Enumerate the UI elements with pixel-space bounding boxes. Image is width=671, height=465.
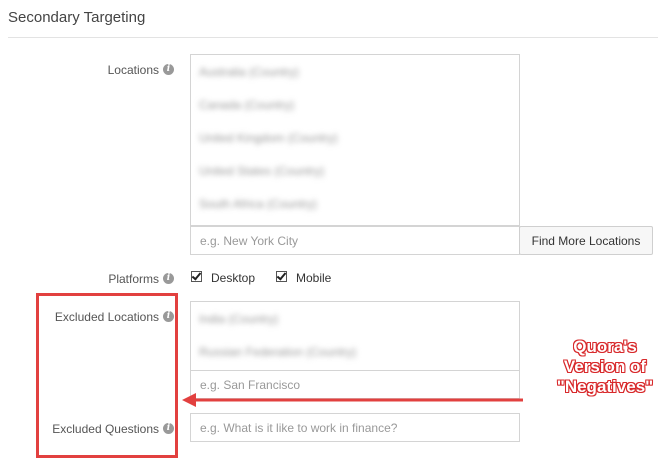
desktop-checkbox-label[interactable]: Desktop bbox=[211, 271, 255, 285]
locations-label-text: Locations bbox=[107, 62, 159, 77]
platforms-label-text: Platforms bbox=[108, 271, 159, 286]
section-divider bbox=[8, 37, 658, 38]
list-item[interactable]: Canada (Country) bbox=[199, 98, 294, 112]
callout-line: "Negatives" bbox=[556, 377, 654, 396]
callout-line: Quora's bbox=[573, 337, 637, 356]
annotation-highlight-box bbox=[36, 293, 178, 458]
info-icon[interactable]: i bbox=[163, 273, 174, 285]
list-item[interactable]: United States (Country) bbox=[199, 164, 324, 178]
list-item[interactable]: India (Country) bbox=[199, 312, 278, 326]
find-more-locations-button[interactable]: Find More Locations bbox=[519, 226, 653, 255]
callout-line: Version of bbox=[563, 357, 647, 376]
locations-label: Locations i bbox=[108, 62, 174, 77]
locations-search-input[interactable]: e.g. New York City bbox=[190, 226, 520, 255]
info-icon[interactable]: i bbox=[163, 64, 174, 76]
desktop-checkbox[interactable] bbox=[191, 271, 202, 282]
platforms-label: Platforms i bbox=[108, 271, 174, 286]
list-item[interactable]: United Kingdom (Country) bbox=[199, 131, 338, 145]
annotation-callout: Quora's Version of "Negatives" bbox=[546, 337, 664, 397]
list-item[interactable]: South Africa (Country) bbox=[199, 197, 317, 211]
list-item[interactable]: Australia (Country) bbox=[199, 65, 299, 79]
annotation-arrow-icon bbox=[182, 393, 523, 407]
mobile-checkbox[interactable] bbox=[276, 271, 287, 282]
excluded-questions-input[interactable]: e.g. What is it like to work in finance? bbox=[190, 413, 520, 442]
locations-list[interactable]: Australia (Country) Canada (Country) Uni… bbox=[190, 54, 520, 226]
mobile-checkbox-label[interactable]: Mobile bbox=[296, 271, 331, 285]
list-item[interactable]: Russian Federation (Country) bbox=[199, 345, 356, 359]
section-title: Secondary Targeting bbox=[8, 9, 146, 26]
excluded-locations-list[interactable]: India (Country) Russian Federation (Coun… bbox=[190, 301, 520, 372]
